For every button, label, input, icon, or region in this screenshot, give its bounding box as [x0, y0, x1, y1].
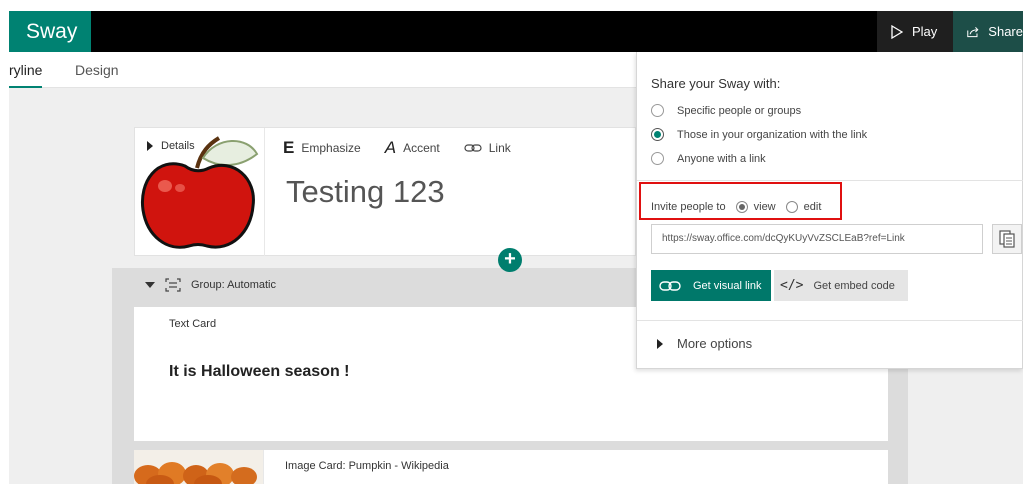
accent-label: Accent — [403, 141, 440, 155]
embed-label: Get embed code — [813, 279, 895, 292]
edit-label[interactable]: edit — [804, 201, 822, 213]
share-link-field[interactable]: https://sway.office.com/dcQyKUyVvZSCLEaB… — [651, 224, 983, 254]
text-card-label: Text Card — [169, 318, 217, 330]
invite-row: Invite people to view edit — [651, 201, 821, 213]
collapse-triangle-icon[interactable] — [145, 282, 155, 288]
share-label: Share — [988, 24, 1023, 39]
play-label: Play — [912, 24, 938, 39]
share-panel: Share your Sway with: Specific people or… — [636, 52, 1023, 369]
title-text[interactable]: Testing 123 — [286, 174, 445, 210]
group-icon — [165, 278, 181, 292]
play-icon — [891, 24, 903, 39]
invite-label: Invite people to — [651, 201, 726, 213]
details-label: Details — [161, 140, 195, 152]
share-option-label: Specific people or groups — [677, 104, 802, 117]
tab-storyline[interactable]: ryline — [9, 62, 43, 88]
pumpkin-image — [134, 450, 263, 484]
get-embed-code-button[interactable]: </> Get embed code — [774, 270, 908, 301]
play-button[interactable]: Play — [877, 11, 953, 52]
link-icon — [659, 280, 681, 291]
link-icon — [464, 144, 482, 152]
radio-specific[interactable] — [651, 104, 664, 117]
radio-organization[interactable] — [651, 128, 664, 141]
radio-anyone[interactable] — [651, 152, 664, 165]
emphasize-icon: E — [283, 138, 295, 157]
more-options-toggle[interactable]: More options — [657, 336, 752, 351]
emphasize-button[interactable]: E Emphasize — [283, 138, 361, 158]
expand-triangle-icon — [657, 338, 663, 349]
sway-logo[interactable]: Sway — [9, 11, 91, 52]
radio-edit[interactable] — [785, 201, 798, 213]
title-card[interactable]: Details E Emphasize A Accent Link Testin… — [134, 127, 636, 256]
visual-link-label: Get visual link — [693, 279, 762, 292]
accent-icon: A — [384, 138, 397, 157]
expand-triangle-icon — [147, 141, 153, 151]
copy-icon — [999, 230, 1015, 248]
share-option-anyone[interactable]: Anyone with a link — [651, 152, 766, 165]
image-card-thumbnail[interactable] — [134, 450, 264, 484]
tab-design[interactable]: Design — [75, 62, 119, 78]
link-button[interactable]: Link — [464, 141, 511, 155]
code-icon: </> — [780, 278, 804, 293]
accent-button[interactable]: A Accent — [385, 138, 440, 158]
link-label: Link — [488, 141, 511, 155]
radio-view[interactable] — [735, 201, 748, 213]
share-heading: Share your Sway with: — [651, 76, 781, 91]
share-option-label: Those in your organization with the link — [677, 128, 868, 141]
copy-link-button[interactable] — [992, 224, 1022, 254]
text-card-body[interactable]: It is Halloween season ! — [169, 363, 350, 381]
panel-divider — [637, 320, 1023, 321]
details-toggle[interactable]: Details — [147, 140, 195, 152]
share-option-specific[interactable]: Specific people or groups — [651, 104, 801, 117]
group-label: Group: Automatic — [191, 279, 276, 291]
group-header[interactable]: Group: Automatic — [145, 278, 276, 292]
add-card-button[interactable]: + — [498, 248, 522, 272]
text-toolbar: E Emphasize A Accent Link — [283, 138, 511, 158]
title-card-image[interactable]: Details — [135, 128, 265, 256]
share-button[interactable]: Share — [953, 11, 1023, 52]
share-option-label: Anyone with a link — [677, 152, 766, 165]
top-bar: Sway Play Share — [9, 11, 1023, 52]
emphasize-label: Emphasize — [301, 141, 361, 155]
image-card[interactable]: Image Card: Pumpkin - Wikipedia — [134, 450, 888, 484]
share-icon — [967, 26, 979, 37]
more-options-label: More options — [677, 336, 753, 351]
image-card-label: Image Card: Pumpkin - Wikipedia — [285, 460, 449, 472]
share-option-organization[interactable]: Those in your organization with the link — [651, 128, 867, 141]
get-visual-link-button[interactable]: Get visual link — [651, 270, 771, 301]
panel-divider — [637, 180, 1023, 181]
view-label[interactable]: view — [754, 201, 776, 213]
view-tabs: ryline Design — [9, 52, 636, 88]
